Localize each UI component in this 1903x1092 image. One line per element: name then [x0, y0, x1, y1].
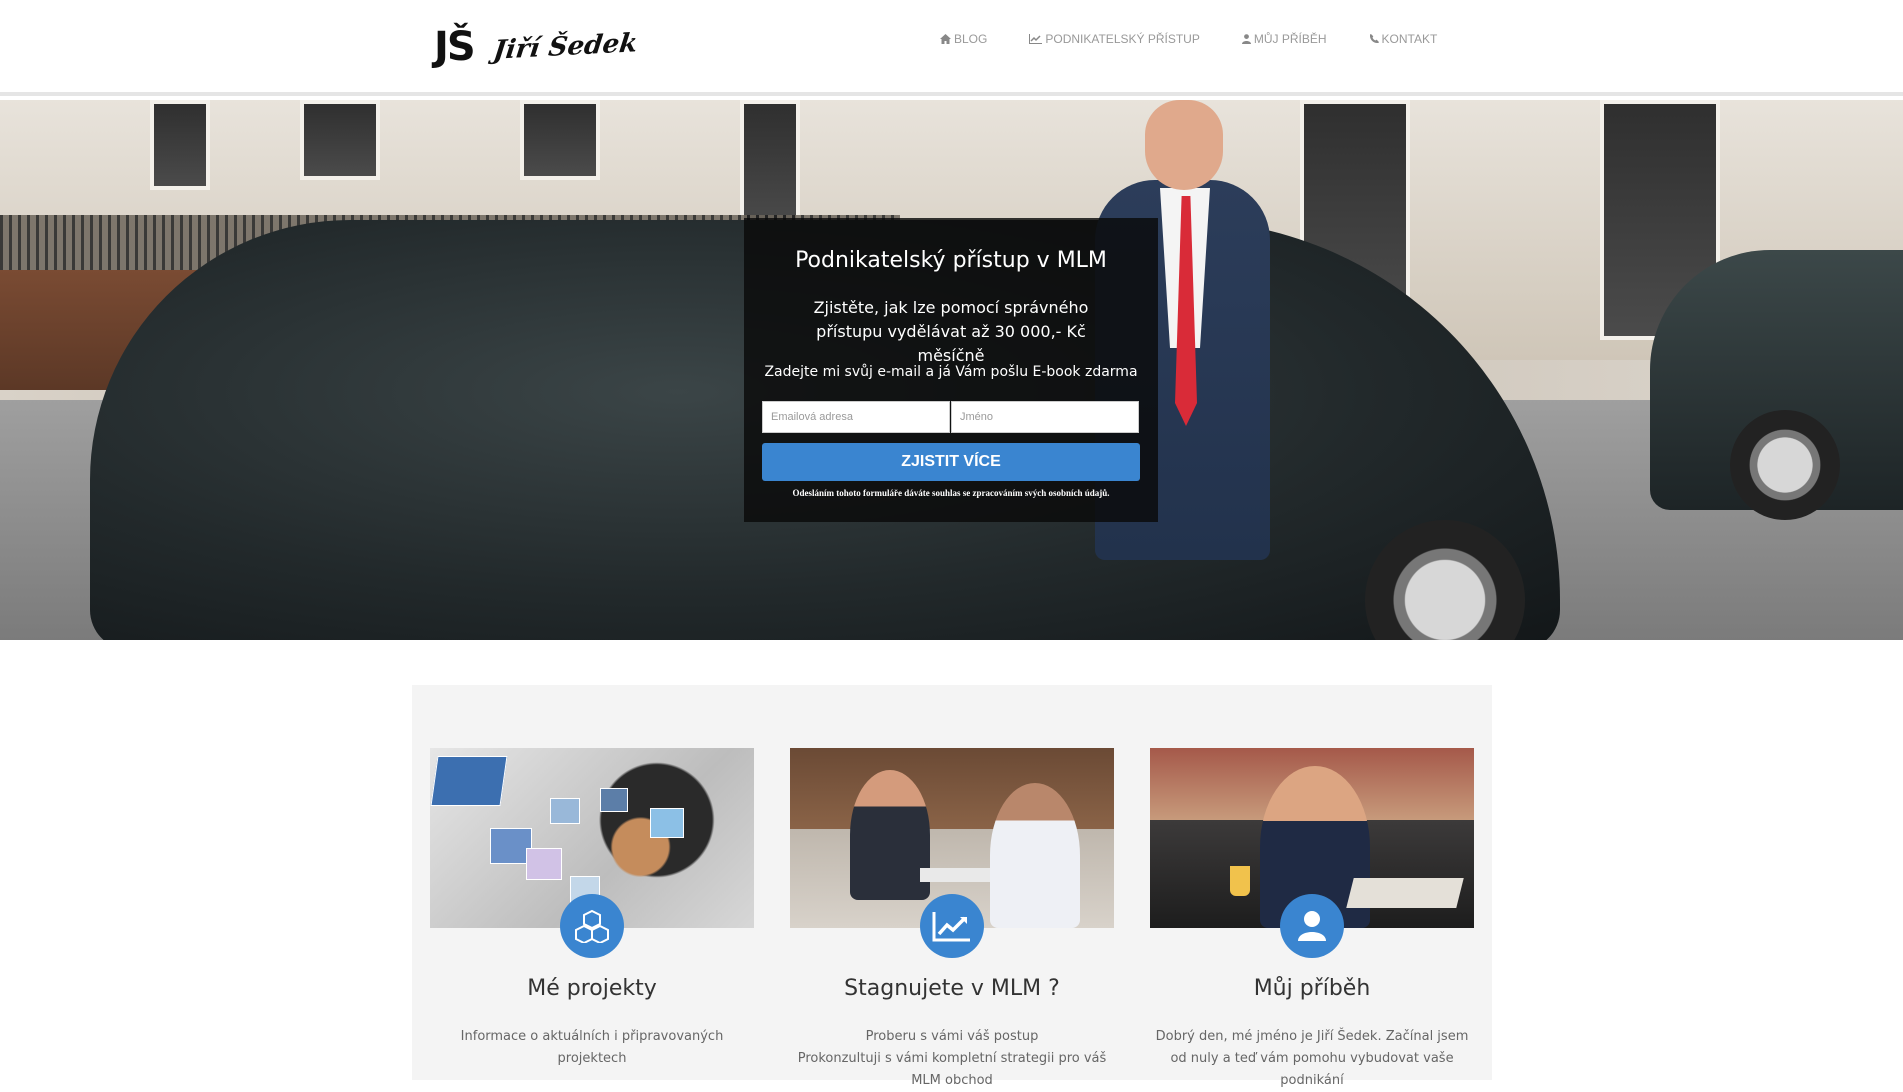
consent-text: Odesláním tohoto formuláře dáváte souhla… [792, 488, 1110, 498]
lead-form-title: Podnikatelský přístup v MLM [795, 248, 1107, 273]
nav-item-blog[interactable]: BLOG [940, 32, 987, 46]
hero-window [520, 100, 600, 180]
hero-window [740, 100, 800, 230]
hero-window [300, 100, 380, 180]
nav-label-my-story: MŮJ PŘÍBĚH [1253, 32, 1327, 46]
feature-title-projects: Mé projekty [527, 976, 657, 1001]
feature-desc-projects: Informace o aktuálních i připravovaných … [460, 1029, 724, 1066]
site-header: JŠ Jiří Šedek BLOG PODNIKATELSKÝ PŘÍSTUP… [0, 0, 1903, 96]
logo-signature: Jiří Šedek [491, 28, 639, 66]
nav-item-my-story[interactable]: MŮJ PŘÍBĚH [1241, 32, 1327, 46]
hero-car-wheel [1730, 410, 1840, 520]
site-logo[interactable]: JŠ Jiří Šedek [434, 8, 639, 86]
nav-label-contact: KONTAKT [1381, 32, 1438, 46]
nav-label-blog: BLOG [954, 32, 988, 46]
name-field[interactable] [951, 401, 1139, 433]
feature-title-my-story: Můj příběh [1253, 976, 1371, 1001]
nav-item-contact[interactable]: KONTAKT [1369, 32, 1438, 46]
email-field[interactable] [762, 401, 950, 433]
feature-card-projects[interactable]: Mé projekty Informace o aktuálních i při… [430, 748, 754, 1080]
user-icon [1241, 34, 1251, 44]
phone-icon [1369, 34, 1379, 44]
feature-card-stagnation[interactable]: Stagnujete v MLM ? Proberu s vámi váš po… [790, 748, 1114, 1088]
submit-button[interactable]: ZJISTIT VÍCE [762, 443, 1140, 481]
user-icon [1280, 894, 1344, 958]
logo-monogram: JŠ [434, 24, 476, 70]
home-icon [940, 34, 951, 44]
main-nav: BLOG PODNIKATELSKÝ PŘÍSTUP MŮJ PŘÍBĚH KO… [940, 32, 1479, 46]
lead-form-note: Zadejte mi svůj e-mail a já Vám pošlu E-… [764, 364, 1138, 380]
feature-card-my-story[interactable]: Můj příběh Dobrý den, mé jméno je Jiří Š… [1150, 748, 1474, 1088]
lead-form-subtitle: Zjistěte, jak lze pomocí správného příst… [813, 298, 1089, 365]
cubes-icon [560, 894, 624, 958]
hero-window [150, 100, 210, 190]
nav-item-business-approach[interactable]: PODNIKATELSKÝ PŘÍSTUP [1029, 32, 1200, 46]
chart-icon [1029, 34, 1043, 44]
line-chart-icon [920, 894, 984, 958]
nav-label-business-approach: PODNIKATELSKÝ PŘÍSTUP [1045, 32, 1200, 46]
features-section: Mé projekty Informace o aktuálních i při… [412, 685, 1492, 1088]
lead-form-box: Podnikatelský přístup v MLM Zjistěte, ja… [744, 218, 1158, 522]
feature-title-stagnation: Stagnujete v MLM ? [844, 976, 1060, 1001]
feature-desc-stagnation: Proberu s vámi váš postup Prokonzultuji … [797, 1029, 1107, 1088]
feature-desc-my-story: Dobrý den, mé jméno je Jiří Šedek. Začín… [1155, 1029, 1469, 1088]
